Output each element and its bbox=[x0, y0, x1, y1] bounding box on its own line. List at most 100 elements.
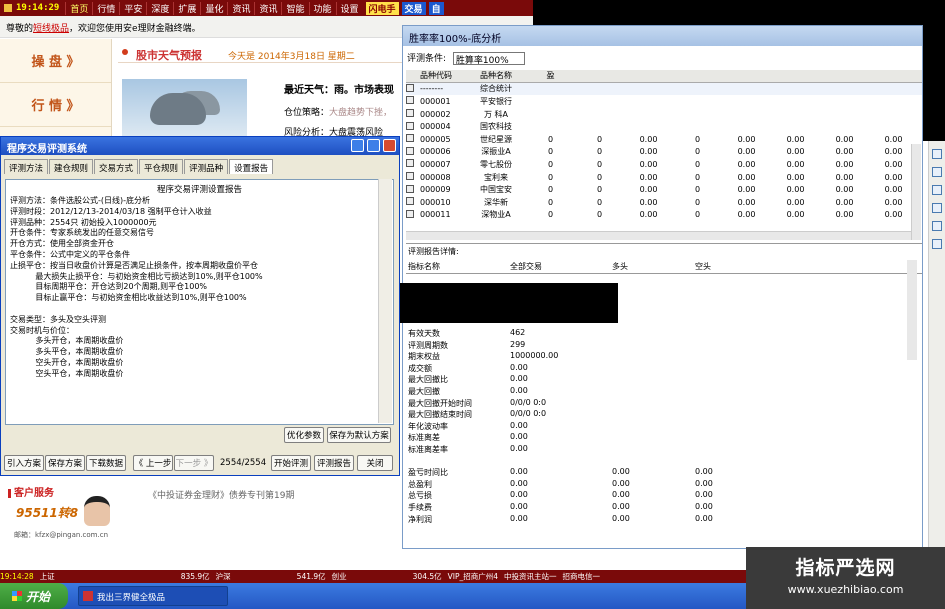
menu-function[interactable]: 功能 bbox=[308, 1, 336, 15]
table-row[interactable]: 000007 零七股份 0 0 0.00 0 0.00 0.00 0.00 0.00 bbox=[406, 158, 922, 171]
row-checkbox-icon[interactable] bbox=[406, 83, 420, 94]
trade-button[interactable]: 交易 bbox=[401, 1, 426, 15]
row-checkbox-icon[interactable] bbox=[406, 109, 420, 119]
download-data-button[interactable]: 下载数据 bbox=[86, 455, 126, 471]
tab-trade-mode[interactable]: 交易方式 bbox=[94, 159, 139, 174]
tab-settings-report[interactable]: 设置报告 bbox=[229, 159, 274, 174]
detail-long bbox=[610, 386, 693, 398]
menu-smart[interactable]: 智能 bbox=[281, 1, 308, 15]
detail-key: 标准离差率 bbox=[408, 444, 448, 454]
extra-button[interactable]: 自 bbox=[428, 1, 444, 15]
row-checkbox-icon[interactable] bbox=[406, 146, 420, 157]
row-checkbox-icon[interactable] bbox=[406, 121, 420, 132]
menu-quant[interactable]: 量化 bbox=[200, 1, 227, 15]
cell-value: 0.00 bbox=[639, 210, 658, 220]
cell-value: 0.00 bbox=[835, 147, 854, 157]
row-checkbox-icon[interactable] bbox=[406, 96, 420, 106]
detail-key bbox=[406, 456, 508, 468]
table-row[interactable]: 000006 深振业A 0 0 0.00 0 0.00 0.00 0.00 0.00 bbox=[406, 146, 922, 159]
minimize-icon[interactable] bbox=[351, 139, 364, 152]
menu-depth[interactable]: 深度 bbox=[146, 1, 173, 15]
table-row[interactable]: 000002 万 科A bbox=[406, 108, 922, 121]
cell-value: 0 bbox=[547, 172, 554, 182]
table-row[interactable]: 000004 国农科技 bbox=[406, 120, 922, 133]
bond-news-link[interactable]: 《中投证券金理财》债券专刊第19期 bbox=[148, 488, 294, 501]
clock: 19:14:29 bbox=[16, 3, 60, 13]
taskbar-item[interactable]: 我出三界健全极品 bbox=[78, 586, 228, 606]
col-profit[interactable]: 盈 bbox=[526, 70, 575, 81]
nav-quote[interactable]: 行 情 》 bbox=[0, 83, 111, 127]
tab-eval-method[interactable]: 评测方法 bbox=[4, 159, 49, 174]
table-row[interactable]: 000005 世纪星源 0 0 0.00 0 0.00 0.00 0.00 0.00 bbox=[406, 133, 922, 146]
menu-pingan[interactable]: 平安 bbox=[119, 1, 146, 15]
menu-home[interactable]: 首页 bbox=[65, 1, 92, 15]
nav-trade[interactable]: 操 盘 》 bbox=[0, 39, 111, 83]
cell-value: 0 bbox=[694, 159, 701, 169]
start-button[interactable]: 开始 bbox=[0, 583, 68, 609]
menu-quote[interactable]: 行情 bbox=[92, 1, 119, 15]
maximize-icon[interactable] bbox=[367, 139, 380, 152]
windows-logo-icon bbox=[12, 591, 22, 601]
condition-select[interactable]: 胜算率100% bbox=[452, 52, 525, 66]
menu-news[interactable]: 资讯 bbox=[227, 1, 254, 15]
cell-value: 0.00 bbox=[639, 197, 658, 207]
col-name[interactable]: 品种名称 bbox=[466, 70, 526, 81]
detail-long bbox=[610, 444, 693, 456]
page-info: 2554/2554 bbox=[220, 458, 267, 468]
tab-eval-stocks[interactable]: 评测品种 bbox=[184, 159, 229, 174]
row-checkbox-icon[interactable] bbox=[406, 184, 420, 195]
row-checkbox-icon[interactable] bbox=[406, 209, 420, 220]
row-checkbox-icon[interactable] bbox=[406, 172, 420, 182]
username-link[interactable]: 短线极品 bbox=[33, 24, 69, 34]
report-title: 程序交易评测设置报告 bbox=[156, 185, 242, 195]
row-checkbox-icon[interactable] bbox=[406, 197, 420, 207]
cs-mail[interactable]: 邮箱：kfzx@pingan.com.cn bbox=[14, 530, 108, 540]
tool-icon-4[interactable] bbox=[932, 203, 942, 213]
report-scrollbar[interactable] bbox=[378, 179, 392, 423]
tool-icon-1[interactable] bbox=[932, 149, 942, 159]
stock-vertical-scrollbar[interactable] bbox=[911, 144, 921, 240]
table-row[interactable]: 000008 宝利来 0 0 0.00 0 0.00 0.00 0.00 0.00 bbox=[406, 171, 922, 184]
tool-icon-5[interactable] bbox=[932, 221, 942, 231]
detail-all: 0.00 bbox=[510, 443, 528, 453]
cell-name: 深物业A bbox=[481, 210, 511, 220]
row-checkbox-icon[interactable] bbox=[406, 159, 420, 169]
cell-value: 0.00 bbox=[737, 147, 756, 157]
tab-close-rule[interactable]: 平仓规则 bbox=[139, 159, 184, 174]
import-button[interactable]: 引入方案 bbox=[4, 455, 44, 471]
optimize-button[interactable]: 优化参数 bbox=[284, 427, 324, 443]
close-icon[interactable] bbox=[383, 139, 396, 152]
save-scheme-button[interactable]: 保存方案 bbox=[45, 455, 85, 471]
detail-key: 标准离差 bbox=[408, 433, 440, 443]
menu-extend[interactable]: 扩展 bbox=[173, 1, 200, 15]
cell-value: 0.00 bbox=[639, 134, 658, 144]
table-row[interactable]: 000011 深物业A 0 0 0.00 0 0.00 0.00 0.00 0.00 bbox=[406, 209, 922, 222]
row-checkbox-icon[interactable] bbox=[406, 134, 420, 144]
detail-long bbox=[610, 456, 693, 468]
table-row[interactable]: 000009 中国宝安 0 0 0.00 0 0.00 0.00 0.00 0.00 bbox=[406, 183, 922, 196]
menu-news2[interactable]: 资讯 bbox=[254, 1, 281, 15]
prev-step-button[interactable]: 《 上一步 bbox=[133, 455, 173, 471]
close-button[interactable]: 关闭 bbox=[357, 455, 393, 471]
detail-short bbox=[693, 421, 776, 433]
table-row[interactable]: 000001 平安银行 bbox=[406, 95, 922, 108]
tool-icon-6[interactable] bbox=[932, 239, 942, 249]
next-step-button[interactable]: 下一步 》 bbox=[174, 455, 214, 471]
tool-icon-2[interactable] bbox=[932, 167, 942, 177]
cell-value: 0.00 bbox=[835, 185, 854, 195]
start-eval-button[interactable]: 开始评测 bbox=[271, 455, 311, 471]
flash-trade-button[interactable]: 闪电手 bbox=[365, 1, 399, 15]
task-label: 我出三界健全极品 bbox=[97, 593, 166, 603]
save-default-button[interactable]: 保存为默认方案 bbox=[327, 427, 391, 443]
cell-value: 0.00 bbox=[884, 134, 903, 144]
table-row[interactable]: -------- 综合统计 bbox=[406, 82, 922, 96]
detail-scrollbar[interactable] bbox=[907, 260, 917, 360]
tab-open-rule[interactable]: 建仓规则 bbox=[49, 159, 94, 174]
menu-settings[interactable]: 设置 bbox=[335, 1, 363, 15]
stock-horizontal-scrollbar[interactable] bbox=[406, 231, 911, 240]
eval-report-button[interactable]: 评测报告 bbox=[314, 455, 354, 471]
table-row[interactable]: 000010 深华新 0 0 0.00 0 0.00 0.00 0.00 0.00 bbox=[406, 196, 922, 209]
tool-icon-3[interactable] bbox=[932, 185, 942, 195]
cell-value: 0.00 bbox=[835, 210, 854, 220]
col-code[interactable]: 品种代码 bbox=[420, 70, 466, 81]
